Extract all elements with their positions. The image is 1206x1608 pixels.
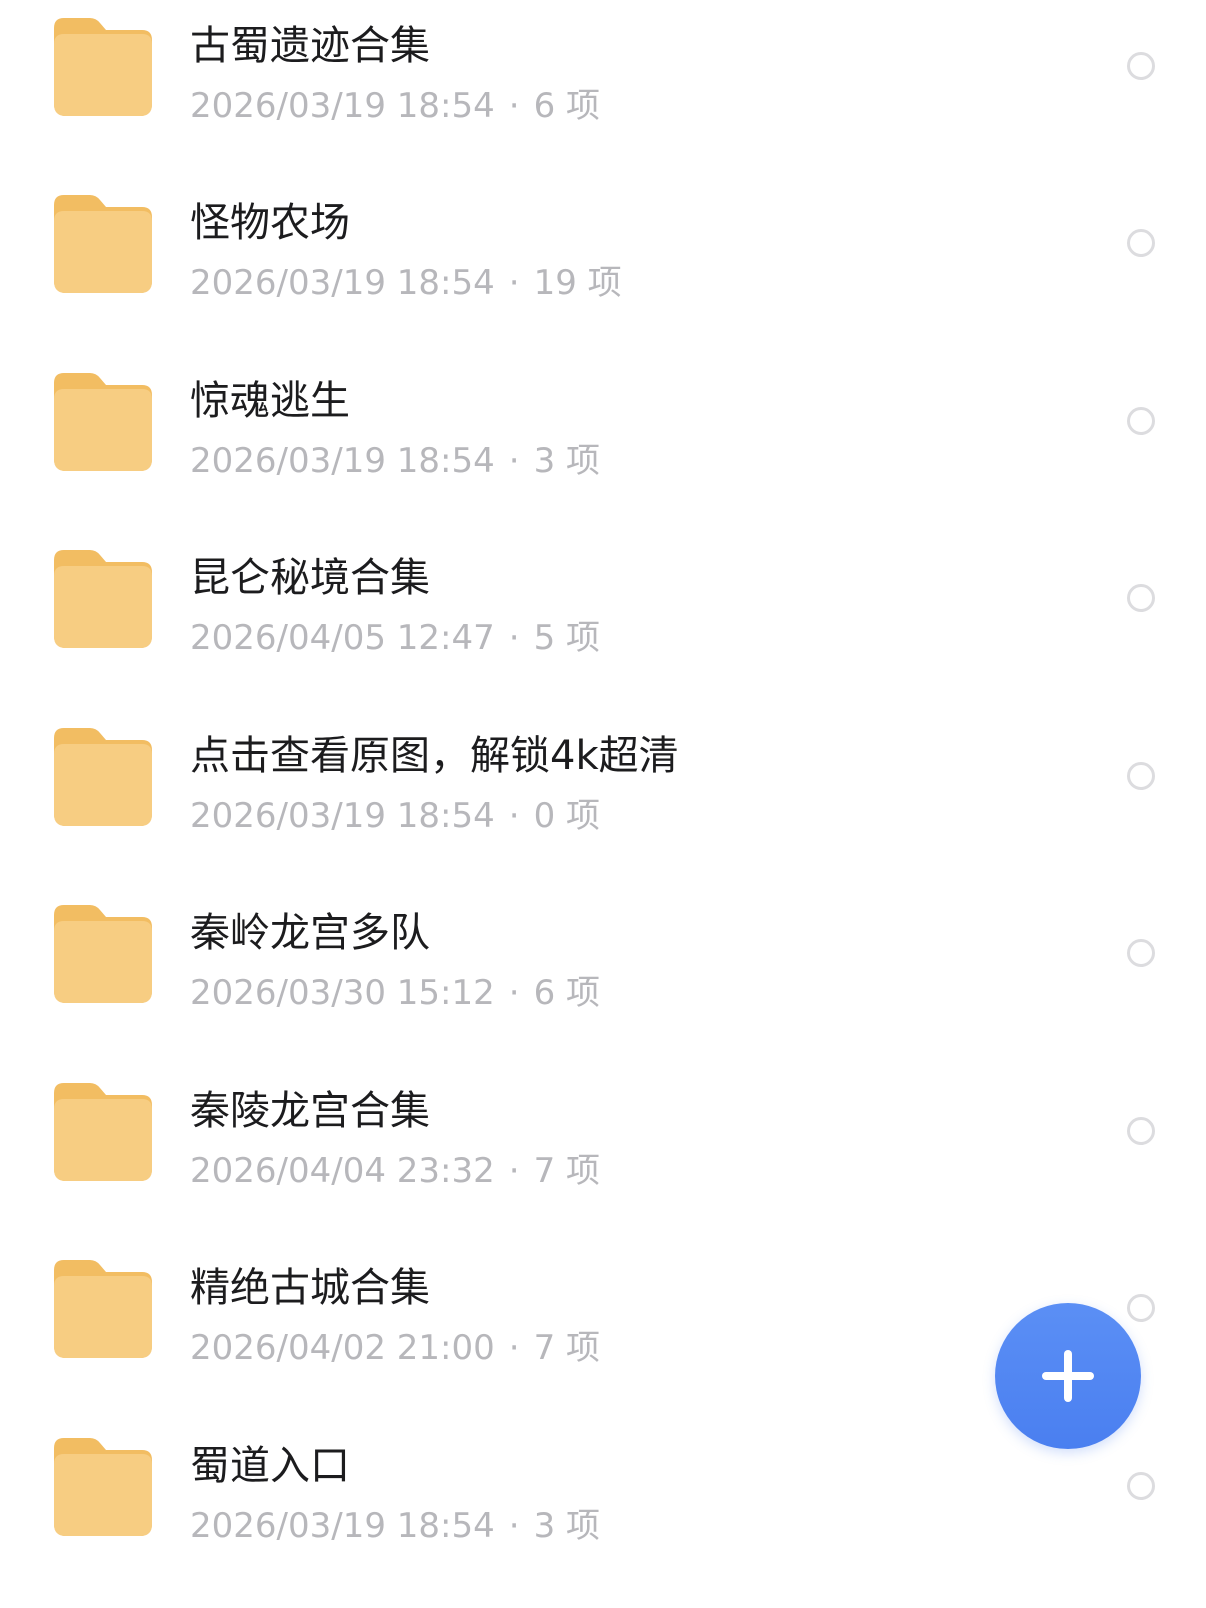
folder-count: 6 项 (533, 86, 601, 126)
folder-row[interactable]: 秦陵龙宫合集 2026/04/04 23:32 · 7 项 (0, 1065, 1206, 1249)
folder-name: 精绝古城合集 (190, 1265, 430, 1311)
folder-count: 19 项 (533, 263, 622, 303)
folder-count: 3 项 (533, 1506, 601, 1546)
select-radio[interactable] (1127, 939, 1155, 967)
folder-meta: 2026/03/19 18:54 · 3 项 (190, 439, 600, 483)
select-radio[interactable] (1127, 229, 1155, 257)
folder-name: 昆仑秘境合集 (190, 555, 430, 601)
folder-row[interactable]: 古蜀遗迹合集 2026/03/19 18:54 · 6 项 (0, 0, 1206, 184)
folder-count: 7 项 (533, 1328, 601, 1368)
folder-icon (54, 1083, 152, 1181)
folder-meta: 2026/04/05 12:47 · 5 项 (190, 616, 600, 660)
folder-count: 7 项 (533, 1151, 601, 1191)
folder-count: 3 项 (533, 441, 601, 481)
folder-meta: 2026/03/19 18:54 · 0 项 (190, 794, 600, 838)
folder-date: 2026/04/04 23:32 (190, 1151, 495, 1191)
separator-dot: · (508, 86, 520, 126)
folder-icon (54, 1260, 152, 1358)
select-radio[interactable] (1127, 1472, 1155, 1500)
folder-count: 0 项 (533, 796, 601, 836)
folder-date: 2026/03/30 15:12 (190, 973, 495, 1013)
select-radio[interactable] (1127, 1117, 1155, 1145)
folder-row[interactable]: 蜀道入口 2026/03/19 18:54 · 3 项 (0, 1420, 1206, 1604)
select-radio[interactable] (1127, 407, 1155, 435)
folder-date: 2026/03/19 18:54 (190, 796, 495, 836)
separator-dot: · (508, 263, 520, 303)
folder-meta: 2026/04/02 21:00 · 7 项 (190, 1326, 600, 1370)
folder-meta: 2026/03/19 18:54 · 6 项 (190, 84, 600, 128)
folder-date: 2026/04/05 12:47 (190, 618, 495, 658)
folder-row[interactable]: 昆仑秘境合集 2026/04/05 12:47 · 5 项 (0, 532, 1206, 716)
folder-date: 2026/04/02 21:00 (190, 1328, 495, 1368)
folder-date: 2026/03/19 18:54 (190, 86, 495, 126)
folder-icon (54, 1438, 152, 1536)
folder-meta: 2026/03/30 15:12 · 6 项 (190, 971, 600, 1015)
folder-name: 秦岭龙宫多队 (190, 910, 430, 956)
select-radio[interactable] (1127, 52, 1155, 80)
folder-name: 秦陵龙宫合集 (190, 1088, 430, 1134)
separator-dot: · (508, 1506, 520, 1546)
folder-name: 点击查看原图，解锁4k超清 (190, 733, 679, 779)
folder-date: 2026/03/19 18:54 (190, 1506, 495, 1546)
folder-meta: 2026/03/19 18:54 · 3 项 (190, 1504, 600, 1548)
folder-icon (54, 728, 152, 826)
folder-name: 惊魂逃生 (190, 378, 350, 424)
separator-dot: · (508, 796, 520, 836)
add-fab-button[interactable] (995, 1303, 1141, 1449)
folder-icon (54, 550, 152, 648)
folder-meta: 2026/04/04 23:32 · 7 项 (190, 1149, 600, 1193)
folder-icon (54, 373, 152, 471)
folder-date: 2026/03/19 18:54 (190, 441, 495, 481)
folder-count: 5 项 (533, 618, 601, 658)
separator-dot: · (508, 1151, 520, 1191)
select-radio[interactable] (1127, 1294, 1155, 1322)
folder-name: 古蜀遗迹合集 (190, 23, 430, 69)
folder-icon (54, 195, 152, 293)
folder-row[interactable]: 秦岭龙宫多队 2026/03/30 15:12 · 6 项 (0, 887, 1206, 1071)
select-radio[interactable] (1127, 584, 1155, 612)
folder-date: 2026/03/19 18:54 (190, 263, 495, 303)
folder-icon (54, 905, 152, 1003)
folder-name: 蜀道入口 (190, 1443, 350, 1489)
folder-row[interactable]: 怪物农场 2026/03/19 18:54 · 19 项 (0, 177, 1206, 361)
folder-name: 怪物农场 (190, 200, 350, 246)
folder-row[interactable]: 点击查看原图，解锁4k超清 2026/03/19 18:54 · 0 项 (0, 710, 1206, 894)
separator-dot: · (508, 441, 520, 481)
folder-meta: 2026/03/19 18:54 · 19 项 (190, 261, 622, 305)
separator-dot: · (508, 618, 520, 658)
plus-icon (1042, 1350, 1094, 1402)
separator-dot: · (508, 1328, 520, 1368)
folder-row[interactable]: 惊魂逃生 2026/03/19 18:54 · 3 项 (0, 355, 1206, 539)
folder-count: 6 项 (533, 973, 601, 1013)
select-radio[interactable] (1127, 762, 1155, 790)
folder-icon (54, 18, 152, 116)
separator-dot: · (508, 973, 520, 1013)
